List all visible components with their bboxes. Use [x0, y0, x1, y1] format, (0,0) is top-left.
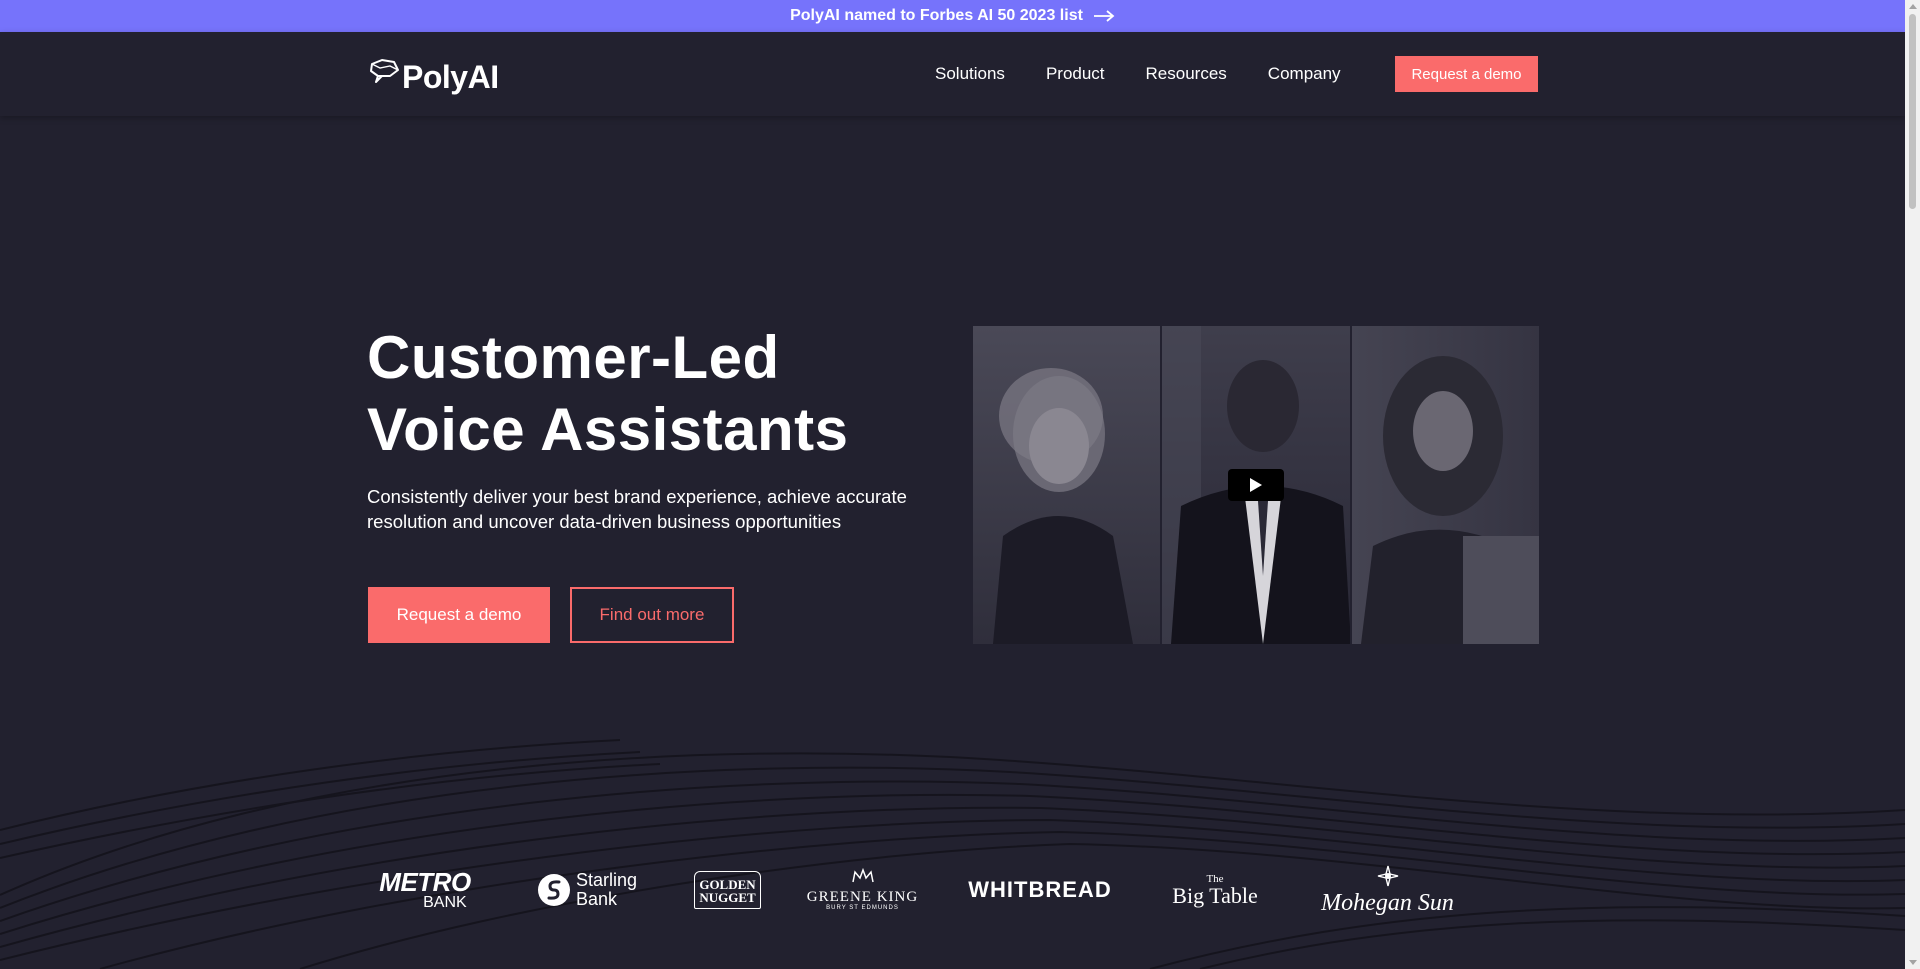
hero-subtitle: Consistently deliver your best brand exp…	[367, 486, 907, 532]
decorative-waves	[0, 739, 1905, 969]
nav-item-product[interactable]: Product	[1046, 64, 1105, 84]
starling-line1: Starling	[575, 870, 638, 891]
nav-item-company[interactable]: Company	[1268, 64, 1341, 84]
hero-title-line1: Customer-Led	[367, 324, 780, 391]
whitbread-text: WHITBREAD	[968, 877, 1112, 902]
logo-golden-nugget: GOLDEN NUGGET	[690, 860, 765, 920]
greene-king-crown-icon	[851, 868, 875, 889]
nav-item-solutions[interactable]: Solutions	[935, 64, 1005, 84]
site-header: PolyAI Solutions Product Resources Compa…	[0, 32, 1905, 116]
hero-video[interactable]	[973, 326, 1539, 644]
page: PolyAI named to Forbes AI 50 2023 list P…	[0, 0, 1920, 969]
mohegan-sun-star-icon	[1375, 865, 1401, 891]
header-request-demo-button[interactable]: Request a demo	[1395, 56, 1538, 92]
arrow-right-icon[interactable]	[1093, 9, 1115, 23]
request-demo-button[interactable]: Request a demo	[368, 587, 550, 643]
logo-mohegan-sun: Mohegan Sun	[1305, 860, 1470, 920]
greene-king-line2: BURY ST EDMUNDS	[826, 905, 899, 912]
logo-the-big-table: The Big Table	[1160, 860, 1270, 920]
polyai-logo-text: PolyAI	[402, 58, 499, 95]
client-logos: METRO BANK Starling Bank GOLDEN NUGGET G…	[360, 860, 1500, 920]
hero-title-line2: Voice Assistants	[367, 396, 849, 463]
scroll-up-icon[interactable]	[1909, 4, 1917, 9]
announcement-text[interactable]: PolyAI named to Forbes AI 50 2023 list	[790, 7, 1083, 25]
logo-starling-bank: Starling Bank	[530, 860, 645, 920]
big-table-line2: Big Table	[1172, 882, 1258, 908]
starling-logo-icon	[537, 874, 570, 906]
metro-bank-line1: METRO	[379, 867, 471, 897]
play-icon[interactable]	[1249, 477, 1263, 493]
nav-item-resources[interactable]: Resources	[1146, 64, 1227, 84]
metro-bank-line2: BANK	[423, 894, 467, 911]
find-out-more-button[interactable]: Find out more	[570, 587, 734, 643]
scroll-down-icon[interactable]	[1909, 960, 1917, 965]
greene-king-line1: GREENE KING	[806, 888, 919, 905]
logo-greene-king: GREENE KING BURY ST EDMUNDS	[805, 860, 920, 920]
starling-line2: Bank	[575, 889, 618, 909]
page-scrollbar[interactable]	[1905, 0, 1920, 969]
hero-title: Customer-Led Voice Assistants	[367, 322, 887, 466]
main-nav: Solutions Product Resources Company	[935, 32, 1382, 116]
logo-whitbread: WHITBREAD	[960, 860, 1120, 920]
announcement-bar[interactable]: PolyAI named to Forbes AI 50 2023 list	[0, 0, 1905, 32]
polyai-logo[interactable]: PolyAI	[368, 53, 499, 95]
play-button[interactable]	[1228, 469, 1284, 501]
mohegan-sun-text: Mohegan Sun	[1321, 890, 1454, 916]
golden-nugget-line2: NUGGET	[699, 890, 756, 905]
scrollbar-thumb[interactable]	[1909, 14, 1916, 209]
polyai-logo-icon	[368, 58, 400, 89]
logo-metro-bank: METRO BANK	[375, 860, 475, 920]
